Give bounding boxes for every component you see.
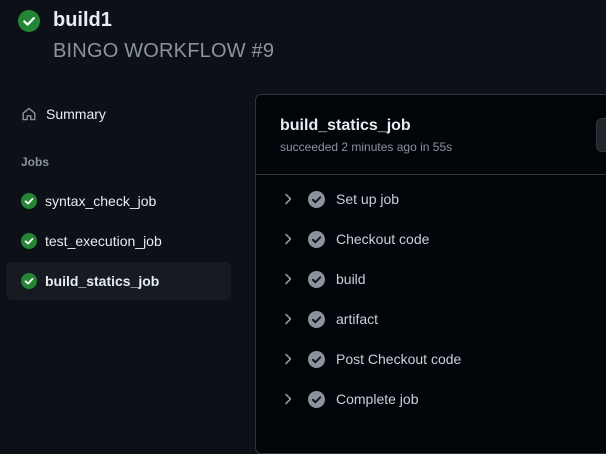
job-panel-header: build_statics_job succeeded 2 minutes ag… <box>256 95 606 175</box>
step-build[interactable]: build <box>272 261 602 297</box>
check-circle-fill-icon <box>21 233 37 249</box>
chevron-right-icon <box>285 193 292 205</box>
job-panel-status: succeeded 2 minutes ago in 55s <box>280 140 453 154</box>
step-label: build <box>336 271 366 287</box>
summary-label: Summary <box>46 106 106 122</box>
check-circle-fill-icon <box>308 350 325 368</box>
check-circle-fill-icon <box>308 270 325 288</box>
check-circle-fill-icon <box>18 10 40 32</box>
sidebar-job-syntax-check[interactable]: syntax_check_job <box>6 182 231 220</box>
run-title: build1 <box>53 9 112 31</box>
chevron-right-icon <box>285 353 292 365</box>
chevron-right-icon <box>285 393 292 405</box>
check-circle-fill-icon <box>308 190 325 208</box>
check-circle-fill-icon <box>308 310 325 328</box>
chevron-right-icon <box>285 313 292 325</box>
step-set-up-job[interactable]: Set up job <box>272 181 602 217</box>
job-panel-title: build_statics_job <box>280 117 411 134</box>
check-circle-fill-icon <box>308 230 325 248</box>
panel-search-button[interactable] <box>596 118 606 152</box>
chevron-right-icon <box>285 273 292 285</box>
step-label: artifact <box>336 311 379 327</box>
run-subtitle: BINGO WORKFLOW #9 <box>53 40 275 62</box>
chevron-right-icon <box>285 233 292 245</box>
check-circle-fill-icon <box>21 273 37 289</box>
sidebar-job-build-statics[interactable]: build_statics_job <box>6 262 231 300</box>
step-post-checkout-code[interactable]: Post Checkout code <box>272 341 602 377</box>
step-label: Post Checkout code <box>336 351 462 367</box>
step-complete-job[interactable]: Complete job <box>272 381 602 417</box>
jobs-heading: Jobs <box>21 155 50 169</box>
job-label: test_execution_job <box>45 233 162 249</box>
step-label: Set up job <box>336 191 400 207</box>
sidebar-job-test-execution[interactable]: test_execution_job <box>6 222 231 260</box>
home-icon <box>22 107 36 121</box>
step-checkout-code[interactable]: Checkout code <box>272 221 602 257</box>
step-artifact[interactable]: artifact <box>272 301 602 337</box>
check-circle-fill-icon <box>21 193 37 209</box>
job-label: build_statics_job <box>45 273 160 289</box>
check-circle-fill-icon <box>308 390 325 408</box>
sidebar: Summary Jobs syntax_check_job test_execu… <box>0 78 240 439</box>
run-header: build1 BINGO WORKFLOW #9 <box>0 0 606 78</box>
job-label: syntax_check_job <box>45 193 157 209</box>
job-log-panel: build_statics_job succeeded 2 minutes ag… <box>255 94 606 454</box>
step-label: Checkout code <box>336 231 430 247</box>
step-label: Complete job <box>336 391 419 407</box>
summary-link[interactable]: Summary <box>6 96 231 132</box>
